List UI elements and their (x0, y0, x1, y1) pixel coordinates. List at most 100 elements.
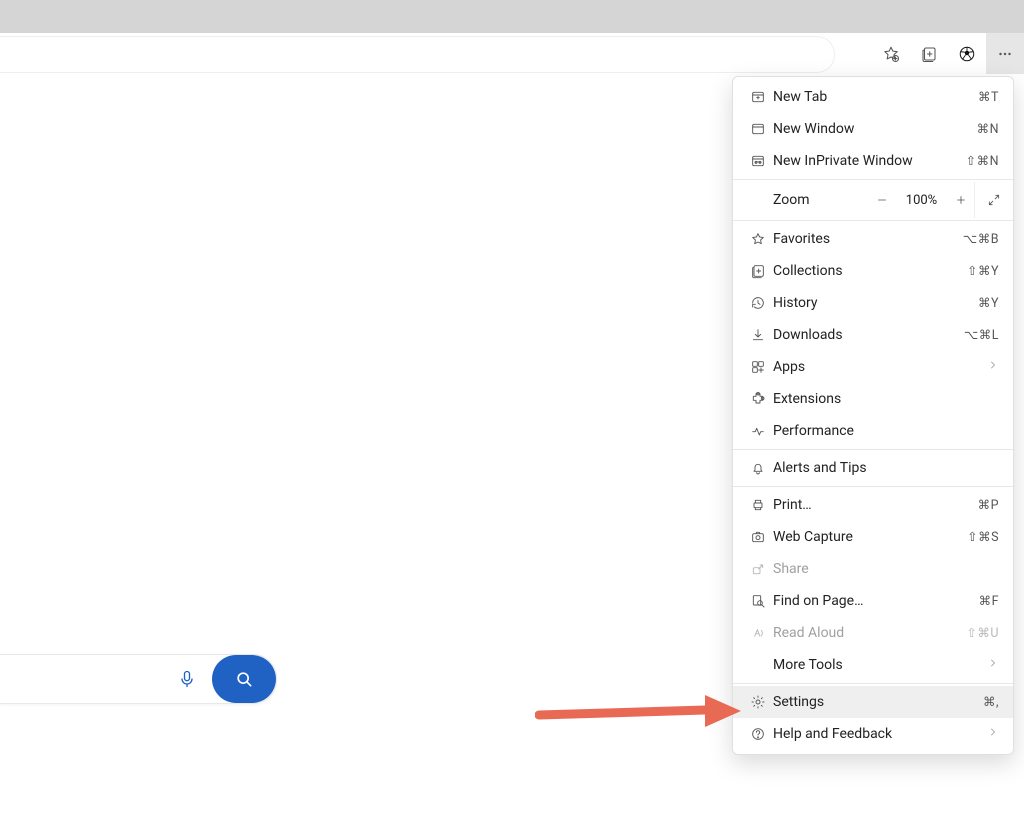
menu-label: Downloads (769, 327, 964, 343)
menu-item-downloads[interactable]: Downloads ⌥⌘L (733, 319, 1013, 351)
inprivate-icon (747, 153, 769, 169)
plus-icon (954, 193, 968, 207)
collections-button[interactable] (910, 33, 948, 74)
profile-button[interactable] (948, 33, 986, 74)
menu-item-history[interactable]: History ⌘Y (733, 287, 1013, 319)
print-icon (747, 497, 769, 513)
search-button[interactable] (212, 655, 276, 703)
settings-and-more-menu: New Tab ⌘T New Window ⌘N New InPrivate W… (732, 76, 1014, 755)
minus-icon (875, 193, 889, 207)
menu-item-web-capture[interactable]: Web Capture ⇧⌘S (733, 521, 1013, 553)
add-favorite-button[interactable] (872, 33, 910, 74)
menu-separator (733, 179, 1013, 180)
menu-separator (733, 220, 1013, 221)
menu-label: Share (769, 561, 999, 577)
toolbar-right-icons (872, 33, 1024, 74)
fullscreen-button[interactable] (974, 182, 1013, 218)
browser-toolbar (0, 33, 1024, 75)
microphone-icon (177, 668, 197, 690)
favorites-icon (747, 231, 769, 247)
zoom-label: Zoom (747, 192, 869, 208)
menu-shortcut: ⌘P (978, 497, 999, 513)
history-icon (747, 295, 769, 311)
collections-icon (920, 45, 938, 63)
menu-item-new-inprivate[interactable]: New InPrivate Window ⇧⌘N (733, 145, 1013, 177)
menu-label: Find on Page… (769, 593, 979, 609)
search-icon (234, 669, 254, 689)
find-on-page-icon (747, 593, 769, 609)
menu-item-alerts[interactable]: Alerts and Tips (733, 452, 1013, 484)
menu-shortcut: ⌘N (977, 121, 999, 137)
menu-item-settings[interactable]: Settings ⌘, (733, 686, 1013, 718)
collections-icon (747, 263, 769, 279)
menu-label: Read Aloud (769, 625, 966, 641)
menu-separator (733, 683, 1013, 684)
menu-item-new-window[interactable]: New Window ⌘N (733, 113, 1013, 145)
menu-shortcut: ⇧⌘N (966, 153, 999, 169)
settings-icon (747, 694, 769, 710)
read-aloud-icon (747, 625, 769, 641)
menu-label: Favorites (769, 231, 963, 247)
menu-item-zoom: Zoom 100% (733, 182, 1013, 218)
menu-label: Settings (769, 694, 983, 710)
menu-shortcut: ⌘F (979, 593, 999, 609)
menu-item-performance[interactable]: Performance (733, 415, 1013, 447)
menu-label: More Tools (769, 657, 987, 673)
menu-item-find[interactable]: Find on Page… ⌘F (733, 585, 1013, 617)
menu-item-read-aloud: Read Aloud ⇧⌘U (733, 617, 1013, 649)
menu-shortcut: ⌥⌘L (964, 327, 999, 343)
menu-label: Help and Feedback (769, 726, 987, 742)
bell-icon (747, 460, 769, 476)
zoom-percent: 100% (896, 193, 948, 208)
menu-label: Alerts and Tips (769, 460, 999, 476)
profile-soccer-icon (958, 45, 976, 63)
new-tab-search-bar[interactable] (0, 654, 277, 704)
new-window-icon (747, 121, 769, 137)
fullscreen-icon (987, 193, 1001, 207)
menu-label: Web Capture (769, 529, 967, 545)
menu-item-help[interactable]: Help and Feedback (733, 718, 1013, 750)
zoom-in-button[interactable] (948, 182, 975, 218)
menu-item-apps[interactable]: Apps (733, 351, 1013, 383)
window-titlebar (0, 0, 1024, 34)
menu-label: New Tab (769, 89, 978, 105)
performance-icon (747, 423, 769, 439)
menu-shortcut: ⇧⌘Y (967, 263, 999, 279)
share-icon (747, 561, 769, 577)
menu-label: New InPrivate Window (769, 153, 966, 169)
more-button[interactable] (986, 33, 1024, 74)
web-capture-icon (747, 529, 769, 545)
menu-label: Collections (769, 263, 967, 279)
new-tab-icon (747, 89, 769, 105)
zoom-out-button[interactable] (869, 182, 896, 218)
menu-shortcut: ⌥⌘B (963, 231, 999, 247)
menu-item-share: Share (733, 553, 1013, 585)
menu-label: History (769, 295, 978, 311)
menu-item-favorites[interactable]: Favorites ⌥⌘B (733, 223, 1013, 255)
help-icon (747, 726, 769, 742)
menu-item-collections[interactable]: Collections ⇧⌘Y (733, 255, 1013, 287)
menu-label: Performance (769, 423, 999, 439)
menu-separator (733, 449, 1013, 450)
more-icon (996, 45, 1014, 63)
menu-shortcut: ⌘, (983, 694, 999, 710)
menu-shortcut: ⇧⌘U (966, 625, 999, 641)
address-bar[interactable] (0, 36, 835, 73)
menu-item-extensions[interactable]: Extensions (733, 383, 1013, 415)
voice-search-button[interactable] (162, 655, 212, 703)
menu-item-print[interactable]: Print… ⌘P (733, 489, 1013, 521)
menu-shortcut: ⌘Y (978, 295, 999, 311)
chevron-right-icon (987, 359, 999, 375)
menu-shortcut: ⇧⌘S (967, 529, 999, 545)
chevron-right-icon (987, 726, 999, 742)
apps-icon (747, 359, 769, 375)
menu-label: New Window (769, 121, 977, 137)
menu-separator (733, 486, 1013, 487)
menu-label: Print… (769, 497, 978, 513)
downloads-icon (747, 327, 769, 343)
menu-label: Extensions (769, 391, 999, 407)
add-favorite-icon (882, 45, 900, 63)
menu-item-more-tools[interactable]: More Tools (733, 649, 1013, 681)
menu-shortcut: ⌘T (978, 89, 999, 105)
menu-item-new-tab[interactable]: New Tab ⌘T (733, 81, 1013, 113)
